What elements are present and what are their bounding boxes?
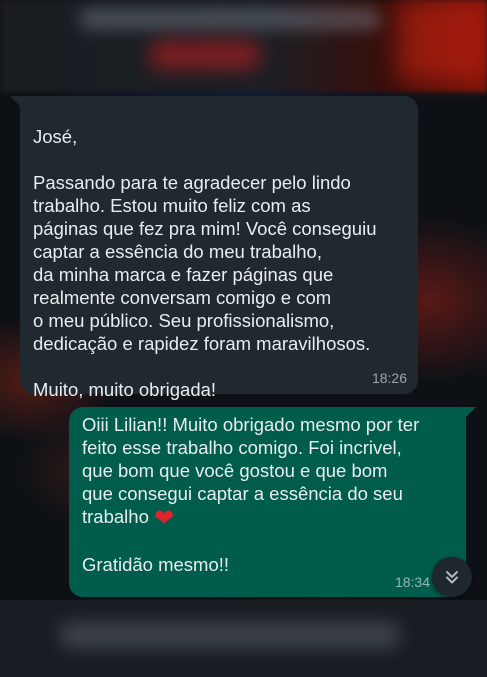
blurred-previous-message [0, 0, 487, 92]
outgoing-message-text: Oiii Lilian!! Muito obrigado mesmo por t… [82, 414, 420, 527]
incoming-message-text: José, Passando para te agradecer pelo li… [33, 126, 377, 400]
scroll-to-bottom-button[interactable] [432, 557, 472, 597]
incoming-message-bubble[interactable]: José, Passando para te agradecer pelo li… [20, 96, 418, 400]
blurred-next-message [0, 600, 487, 677]
outgoing-message-text-end: Gratidão mesmo!! [82, 554, 230, 575]
outgoing-message-time: 18:34 [394, 574, 430, 590]
incoming-message-time: 18:26 [371, 370, 407, 386]
heart-icon: ❤ [154, 505, 175, 532]
double-chevron-down-icon [446, 571, 458, 584]
outgoing-message-bubble[interactable]: Oiii Lilian!! Muito obrigado mesmo por t… [69, 407, 466, 597]
